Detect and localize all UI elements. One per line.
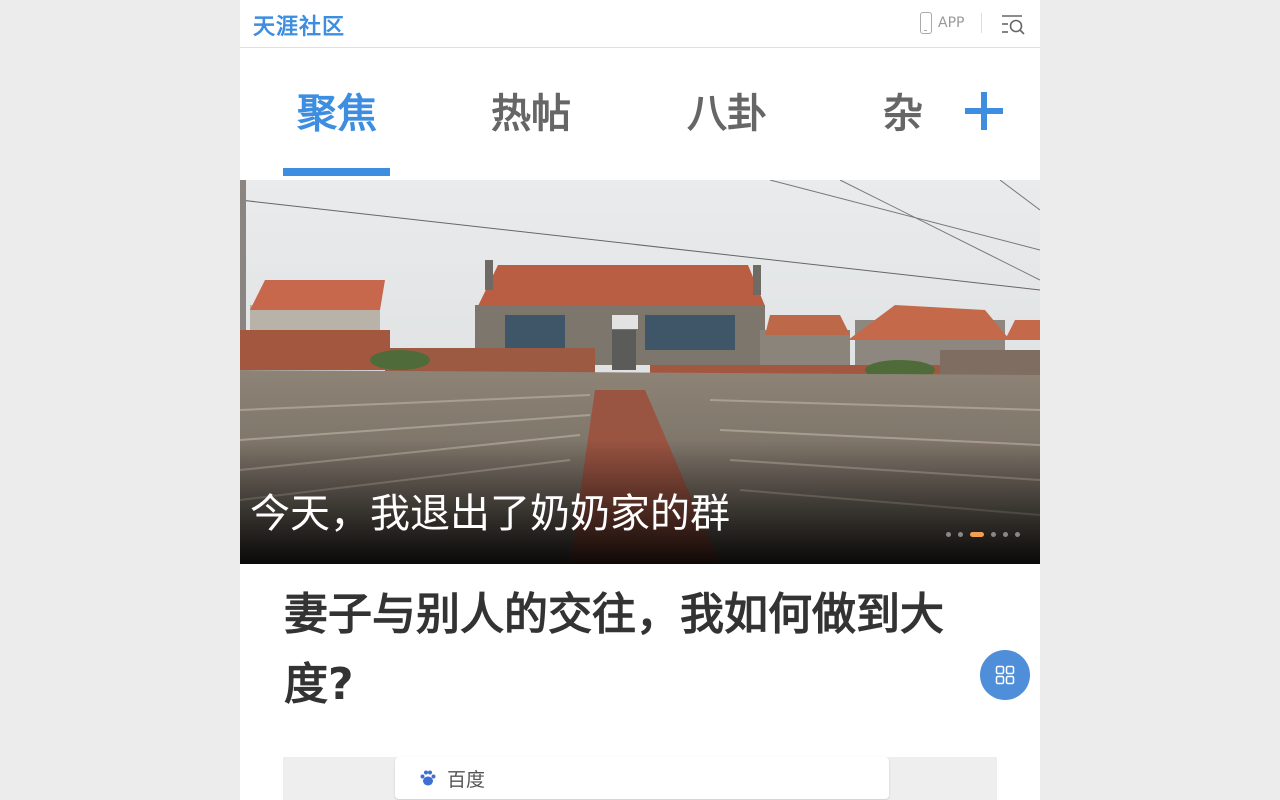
tab-overflow-fade bbox=[930, 88, 960, 148]
article-title[interactable]: 妻子与别人的交往，我如何做到大度? bbox=[284, 580, 1004, 720]
site-logo[interactable]: 天涯社区 bbox=[253, 9, 345, 41]
carousel-dot[interactable] bbox=[1015, 532, 1020, 537]
plus-icon[interactable] bbox=[965, 92, 1003, 130]
channel-tabs: 聚焦 热帖 八卦 杂 bbox=[240, 48, 1040, 178]
tab-hot-posts[interactable]: 热帖 bbox=[491, 88, 571, 140]
carousel-dot[interactable] bbox=[1003, 532, 1008, 537]
tab-focus[interactable]: 聚焦 bbox=[297, 88, 377, 140]
carousel-dots bbox=[946, 532, 1020, 537]
tab-gossip[interactable]: 八卦 bbox=[687, 88, 767, 140]
banner-carousel[interactable]: 今天，我退出了奶奶家的群 bbox=[240, 180, 1040, 564]
banner-caption[interactable]: 今天，我退出了奶奶家的群 bbox=[250, 488, 730, 540]
carousel-dot[interactable] bbox=[946, 532, 951, 537]
baidu-label: 百度 bbox=[447, 769, 486, 791]
baidu-paw-icon bbox=[420, 770, 436, 786]
embedded-screenshot: 百度 bbox=[283, 757, 997, 800]
carousel-dot[interactable] bbox=[958, 532, 963, 537]
divider bbox=[981, 13, 982, 33]
top-bar: 天涯社区 APP bbox=[240, 0, 1040, 48]
grid-icon[interactable] bbox=[980, 650, 1030, 700]
app-download-link[interactable]: APP bbox=[920, 10, 964, 36]
carousel-dot[interactable] bbox=[991, 532, 996, 537]
carousel-dot[interactable] bbox=[970, 532, 984, 537]
active-tab-indicator bbox=[283, 168, 390, 176]
page-container: 天涯社区 APP 聚焦 热帖 八卦 杂 今天，我退出了奶奶家的群 妻子与别人的交… bbox=[240, 0, 1040, 800]
app-label: APP bbox=[938, 15, 965, 31]
phone-icon bbox=[920, 12, 932, 34]
tab-misc[interactable]: 杂 bbox=[883, 88, 923, 140]
menu-search-icon[interactable] bbox=[1000, 13, 1028, 35]
baidu-search-bar[interactable]: 百度 bbox=[395, 757, 889, 799]
